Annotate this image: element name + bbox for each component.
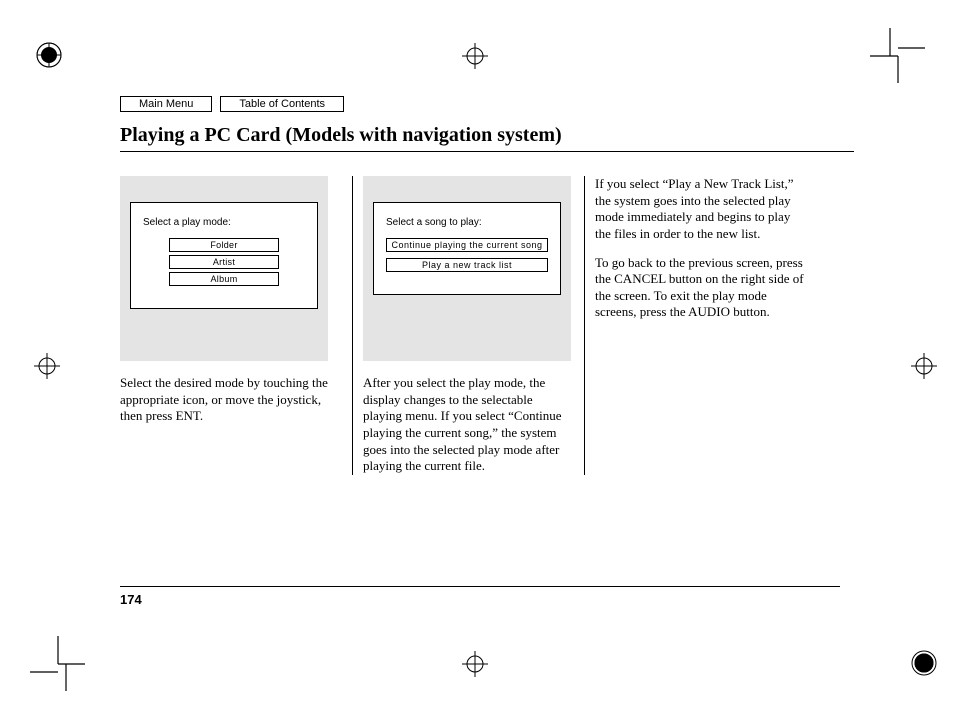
crop-tr: [870, 28, 925, 83]
main-menu-button[interactable]: Main Menu: [120, 96, 212, 112]
column-2: Select a song to play: Continue playing …: [352, 176, 584, 475]
column-3: If you select “Play a New Track List,” t…: [584, 176, 816, 475]
screenshot-song-select: Select a song to play: Continue playing …: [363, 176, 571, 361]
content-columns: Select a play mode: Folder Artist Album …: [120, 176, 840, 475]
screenshot-play-mode: Select a play mode: Folder Artist Album: [120, 176, 328, 361]
col2-text: After you select the play mode, the disp…: [363, 375, 574, 475]
title-rule: [120, 151, 854, 152]
option-album: Album: [169, 272, 279, 286]
col3-p2: To go back to the previous screen, press…: [595, 255, 806, 322]
col1-text: Select the desired mode by touching the …: [120, 375, 342, 425]
panel-title: Select a play mode:: [143, 217, 305, 228]
option-continue: Continue playing the current song: [386, 238, 548, 252]
crop-bl: [30, 636, 85, 691]
option-folder: Folder: [169, 238, 279, 252]
reg-cross-right: [911, 353, 937, 379]
panel-title: Select a song to play:: [386, 217, 548, 228]
option-new-list: Play a new track list: [386, 258, 548, 272]
reg-target-tl: [34, 40, 64, 70]
page-number: 174: [120, 592, 142, 607]
col3-p1: If you select “Play a New Track List,” t…: [595, 176, 806, 243]
column-1: Select a play mode: Folder Artist Album …: [120, 176, 352, 475]
page-title: Playing a PC Card (Models with navigatio…: [120, 124, 854, 147]
reg-target-br: [909, 648, 939, 678]
reg-cross-bottom: [462, 651, 488, 677]
top-nav: Main Menu Table of Contents: [120, 96, 344, 112]
toc-button[interactable]: Table of Contents: [220, 96, 344, 112]
reg-cross-top: [462, 43, 488, 69]
option-artist: Artist: [169, 255, 279, 269]
reg-cross-left: [34, 353, 60, 379]
